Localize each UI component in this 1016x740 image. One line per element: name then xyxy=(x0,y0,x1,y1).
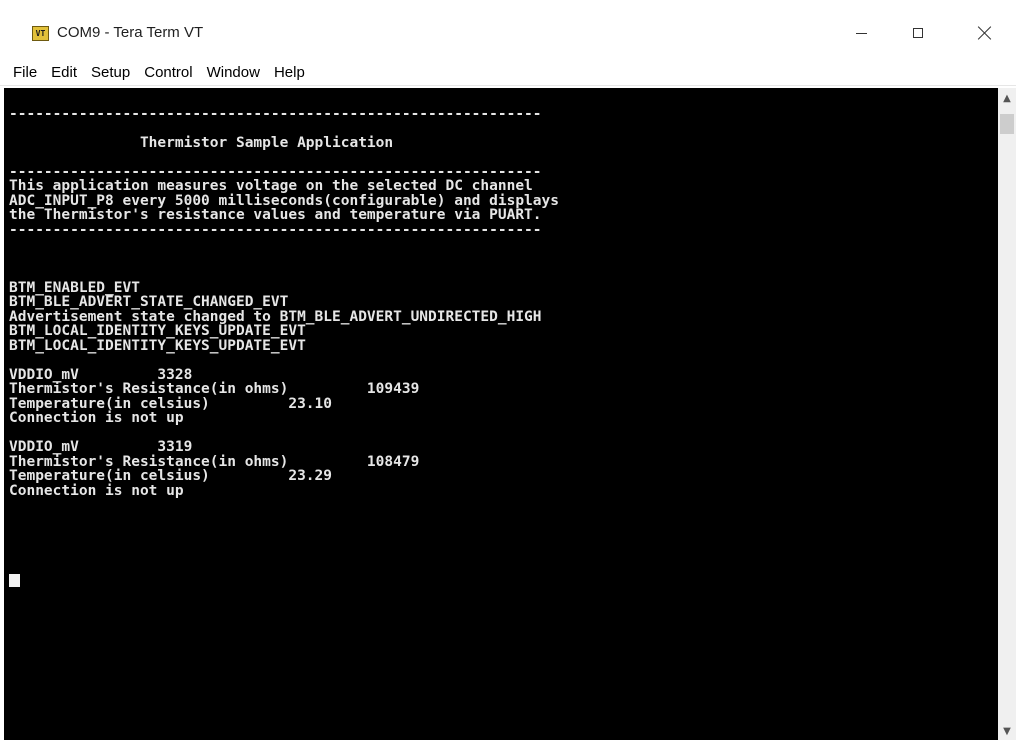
terminal-line: Advertisement state changed to BTM_BLE_A… xyxy=(9,308,542,325)
text-cursor xyxy=(9,574,20,587)
menu-window[interactable]: Window xyxy=(200,64,267,81)
terminal-line: Temperature(in celsius) 23.29 xyxy=(9,468,333,484)
terminal-line: ----------------------------------------… xyxy=(9,105,542,122)
menu-help[interactable]: Help xyxy=(267,64,312,81)
terminal-line: BTM_LOCAL_IDENTITY_KEYS_UPDATE_EVT xyxy=(9,323,306,339)
scroll-down-arrow-icon[interactable]: ▼ xyxy=(998,723,1016,740)
terminal-line: BTM_LOCAL_IDENTITY_KEYS_UPDATE_EVT xyxy=(9,337,306,354)
terminal-line: ----------------------------------------… xyxy=(9,221,542,238)
maximize-button[interactable] xyxy=(895,16,941,50)
menu-edit[interactable]: Edit xyxy=(44,64,84,81)
terminal-line: Temperature(in celsius) 23.10 xyxy=(9,395,333,412)
terminal-line: ADC_INPUT_P8 every 5000 milliseconds(con… xyxy=(9,192,559,209)
terminal-line: BTM_ENABLED_EVT xyxy=(9,279,140,296)
terminal-line: the Thermistor's resistance values and t… xyxy=(9,207,542,223)
close-button[interactable] xyxy=(962,16,1008,50)
minimize-icon xyxy=(855,32,867,34)
terminal-line: VDDIO_mV 3319 xyxy=(9,439,193,455)
terminal-text: ----------------------------------------… xyxy=(9,92,998,498)
close-icon xyxy=(977,25,993,41)
terminal-line: Thermistor Sample Application xyxy=(9,134,394,151)
scroll-up-arrow-icon[interactable]: ▲ xyxy=(998,90,1016,107)
terminal-line: Thermistor's Resistance(in ohms) 108479 xyxy=(9,453,420,470)
scrollbar-thumb[interactable] xyxy=(1000,114,1014,134)
maximize-icon xyxy=(913,28,923,38)
menu-setup[interactable]: Setup xyxy=(84,64,137,81)
tera-term-window: VT COM9 - Tera Term VT File Edit Setup C… xyxy=(0,0,1016,740)
terminal-line: Thermistor's Resistance(in ohms) 109439 xyxy=(9,381,420,397)
menu-bar: File Edit Setup Control Window Help xyxy=(0,60,1016,86)
window-title: COM9 - Tera Term VT xyxy=(57,24,204,41)
terminal-output[interactable]: ----------------------------------------… xyxy=(4,88,998,740)
terminal-line: Connection is not up xyxy=(9,482,184,499)
minimize-button[interactable] xyxy=(838,16,884,50)
menu-control[interactable]: Control xyxy=(137,64,199,81)
terminal-line: VDDIO_mV 3328 xyxy=(9,366,193,383)
terminal-line: Connection is not up xyxy=(9,410,184,426)
terminal-line: This application measures voltage on the… xyxy=(9,178,533,194)
terminal-line: BTM_BLE_ADVERT_STATE_CHANGED_EVT xyxy=(9,294,289,310)
menu-file[interactable]: File xyxy=(6,64,44,81)
title-bar[interactable]: VT COM9 - Tera Term VT xyxy=(0,0,1016,60)
vertical-scrollbar[interactable]: ▲ ▼ xyxy=(998,88,1016,740)
terminal-line: ----------------------------------------… xyxy=(9,163,542,180)
tera-term-app-icon[interactable]: VT xyxy=(32,26,49,41)
